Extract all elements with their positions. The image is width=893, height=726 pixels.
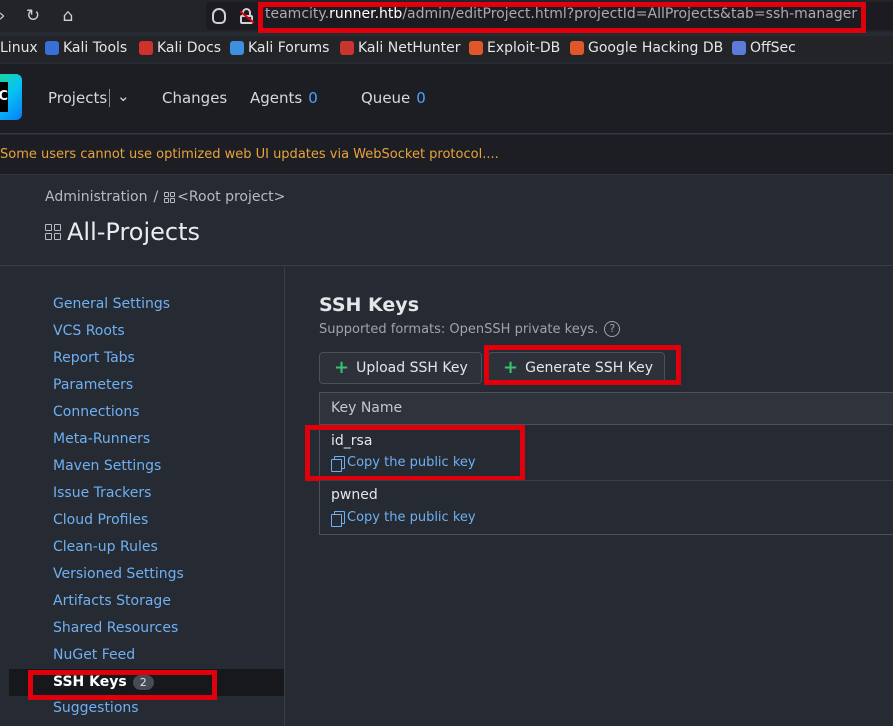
offsec-icon (732, 41, 746, 55)
sidebar-item-general-settings[interactable]: General Settings (53, 296, 170, 312)
sidebar-item-cloud-profiles[interactable]: Cloud Profiles (53, 512, 148, 528)
sidebar-item-issue-trackers[interactable]: Issue Trackers (53, 485, 151, 501)
sidebar-item-meta-runners[interactable]: Meta-Runners (53, 431, 150, 447)
supported-formats-text: Supported formats: OpenSSH private keys. (319, 321, 599, 337)
bookmark-label: Kali Forums (248, 40, 330, 56)
bookmark-label: Linux (0, 40, 38, 56)
websocket-warning-text[interactable]: Some users cannot use optimized web UI u… (0, 147, 499, 162)
nav-changes[interactable]: Changes (162, 89, 227, 107)
copy-icon (331, 510, 345, 527)
nav-agents-label: Agents (250, 89, 303, 107)
page-title-text: All-Projects (67, 218, 201, 246)
chevron-down-icon[interactable]: ⌄ (117, 87, 130, 105)
home-icon[interactable]: ⌂ (56, 4, 80, 28)
bookmark-kali-forums[interactable]: Kali Forums (230, 40, 329, 56)
forward-icon[interactable]: › (0, 4, 14, 28)
section-subtitle: Supported formats: OpenSSH private keys.… (319, 321, 621, 337)
url-highlight-box (258, 2, 866, 33)
breadcrumb-root-project[interactable]: <Root project> (177, 189, 285, 205)
sidebar-item-parameters[interactable]: Parameters (53, 377, 133, 393)
queue-count: 0 (416, 89, 426, 107)
bookmark-label: Google Hacking DB (588, 40, 724, 56)
teamcity-logo-letter: C (0, 82, 8, 112)
kali-forums-icon (230, 41, 244, 55)
sidebar-item-report-tabs[interactable]: Report Tabs (53, 350, 135, 366)
nav-changes-label: Changes (162, 89, 228, 107)
breadcrumb-administration[interactable]: Administration (45, 189, 147, 205)
sidebar-item-versioned-settings[interactable]: Versioned Settings (53, 566, 184, 582)
bookmark-exploit-db[interactable]: Exploit-DB (469, 40, 560, 56)
bookmark-google-hacking-db[interactable]: Google Hacking DB (570, 40, 723, 56)
nethunter-icon (340, 41, 354, 55)
nav-projects-label: Projects (48, 89, 108, 107)
bookmark-kali-tools[interactable]: Kali Tools (45, 40, 127, 56)
copy-public-key-link[interactable]: Copy the public key (331, 510, 476, 527)
ghdb-icon (570, 41, 584, 55)
exploit-db-icon (469, 41, 483, 55)
sidebar-item-nuget-feed[interactable]: NuGet Feed (53, 647, 135, 663)
project-grid-icon (45, 224, 61, 240)
sidebar-item-vcs-roots[interactable]: VCS Roots (53, 323, 125, 339)
kali-docs-icon (139, 41, 153, 55)
insecure-lock-icon[interactable] (239, 8, 255, 24)
bookmark-label: Kali NetHunter (358, 40, 461, 56)
upload-ssh-key-button[interactable]: + Upload SSH Key (319, 352, 482, 384)
nav-projects[interactable]: Projects (48, 89, 107, 107)
bookmark-linux[interactable]: Linux (0, 40, 38, 56)
bookmark-label: Exploit-DB (487, 40, 561, 56)
plus-icon: + (334, 357, 350, 378)
breadcrumb-separator: / (153, 189, 159, 205)
bookmark-offsec[interactable]: OffSec (732, 40, 796, 56)
id-rsa-highlight-box (305, 425, 525, 481)
shield-icon[interactable] (212, 8, 226, 24)
sidebar-item-shared-resources[interactable]: Shared Resources (53, 620, 178, 636)
upload-ssh-key-label: Upload SSH Key (356, 360, 468, 376)
sidebar-item-clean-up-rules[interactable]: Clean-up Rules (53, 539, 158, 555)
help-icon[interactable]: ? (604, 321, 621, 337)
page-title: All-Projects (45, 218, 200, 246)
bookmark-label: Kali Tools (63, 40, 128, 56)
breadcrumb: Administration / <Root project> (45, 189, 285, 205)
project-grid-icon (164, 191, 176, 203)
bookmark-label: Kali Docs (157, 40, 222, 56)
copy-public-key-label: Copy the public key (347, 510, 476, 525)
table-header (320, 393, 893, 425)
section-title: SSH Keys (319, 294, 420, 316)
sidebar-item-maven-settings[interactable]: Maven Settings (53, 458, 161, 474)
nav-queue-label: Queue (361, 89, 411, 107)
bookmark-kali-nethunter[interactable]: Kali NetHunter (340, 40, 460, 56)
sidebar-item-artifacts-storage[interactable]: Artifacts Storage (53, 593, 171, 609)
row-divider (320, 480, 893, 481)
nav-agents[interactable]: Agents 0 (250, 89, 318, 107)
reload-icon[interactable]: ↻ (21, 4, 45, 28)
key-name-pwned: pwned (331, 487, 378, 503)
sidebar-item-connections[interactable]: Connections (53, 404, 140, 420)
ssh-keys-highlight-box (28, 670, 217, 700)
column-header-key-name: Key Name (331, 400, 403, 416)
generate-key-highlight-box (484, 345, 681, 385)
bookmark-kali-docs[interactable]: Kali Docs (139, 40, 221, 56)
sidebar-item-suggestions[interactable]: Suggestions (53, 700, 139, 716)
nav-separator (109, 89, 110, 107)
bookmark-label: OffSec (750, 40, 796, 56)
agents-count: 0 (308, 89, 318, 107)
kali-tools-icon (45, 41, 59, 55)
teamcity-header (0, 64, 893, 134)
nav-queue[interactable]: Queue 0 (361, 89, 426, 107)
